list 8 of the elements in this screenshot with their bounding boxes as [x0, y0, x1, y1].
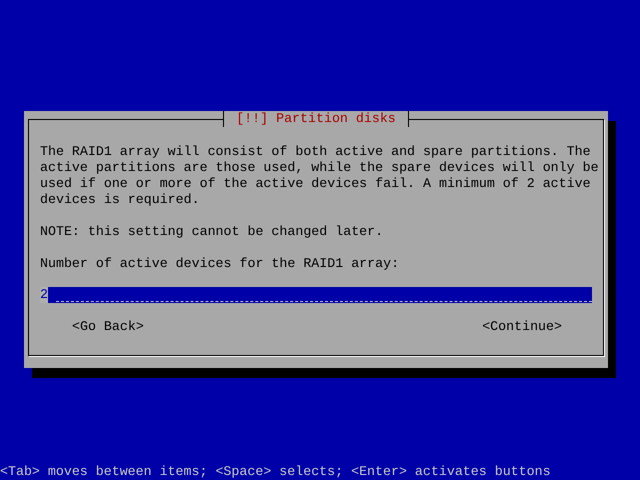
field-label: Number of active devices for the RAID1 array: [40, 256, 400, 272]
number-input-field[interactable]: 2 [40, 287, 592, 303]
status-bar-text: <Tab> moves between items; <Space> selects; <Enter> activates buttons [0, 464, 552, 480]
dialog-paragraph: NOTE: this setting cannot be changed later. [40, 224, 384, 240]
dialog-button[interactable]: <Go Back> [72, 319, 144, 335]
dialog-button[interactable]: <Continue> [482, 319, 562, 335]
dialog-title: [!!] Partition disks [223, 111, 409, 127]
dialog-paragraph: The RAID1 array will consist of both active and spare partitions. The active partitions are those used, while the spare devices will only be used if one or more of the active devices fail. A minimum of 2 active devices is required. [40, 144, 600, 208]
